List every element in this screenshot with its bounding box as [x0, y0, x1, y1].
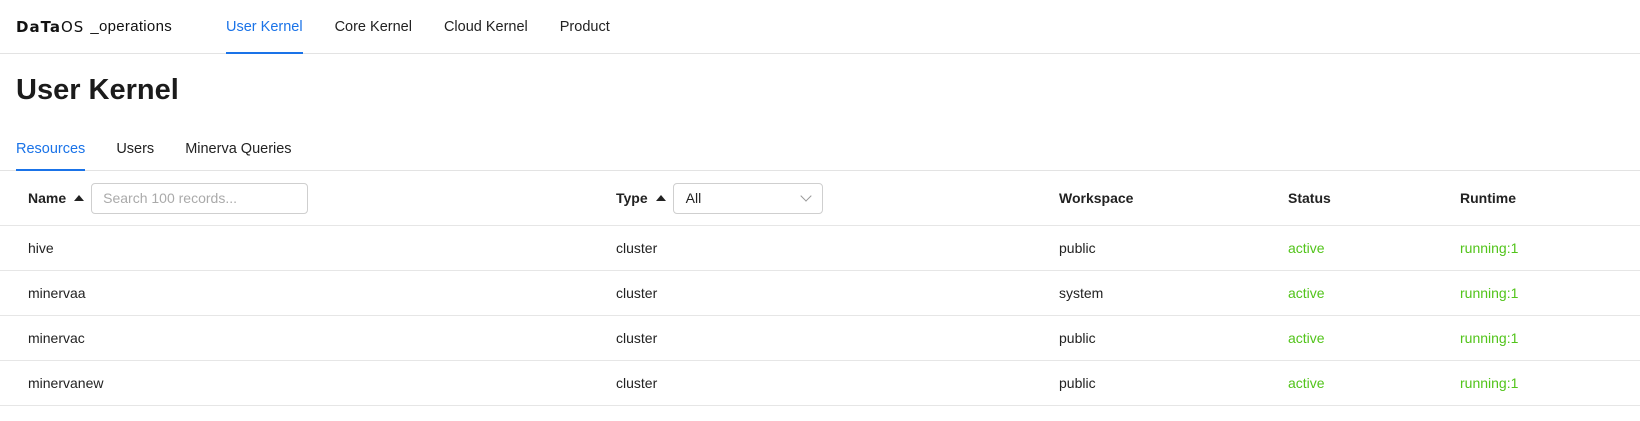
page-title: User Kernel	[16, 74, 179, 106]
top-navigation-bar: DaTa OS _operations User Kernel Core Ker…	[0, 0, 1640, 54]
type-column-header: Type All	[616, 171, 823, 225]
workspace-column-header[interactable]: Workspace	[1059, 171, 1133, 225]
name-column-header: Name	[28, 171, 309, 225]
table-header-row: Name Type All Workspace Status Runtime	[0, 171, 1640, 226]
sort-ascending-icon[interactable]	[655, 195, 666, 201]
nav-user-kernel[interactable]: User Kernel	[226, 0, 303, 54]
cell-name: hive	[28, 240, 54, 256]
tab-resources[interactable]: Resources	[16, 128, 86, 171]
logo-text-light: OS	[61, 17, 85, 36]
table-row[interactable]: minervaa cluster system active running:1	[0, 271, 1640, 316]
tab-users[interactable]: Users	[116, 128, 154, 170]
sort-ascending-icon[interactable]	[74, 195, 85, 201]
nav-product[interactable]: Product	[560, 0, 610, 53]
table-row[interactable]: minervac cluster public active running:1	[0, 316, 1640, 361]
runtime-column-header[interactable]: Runtime	[1460, 171, 1516, 225]
cell-runtime: running:1	[1460, 285, 1519, 301]
logo-text-bold: DaTa	[16, 17, 61, 36]
subtab-bar: Resources Users Minerva Queries	[0, 128, 1640, 171]
cell-type: cluster	[616, 285, 658, 301]
nav-cloud-kernel[interactable]: Cloud Kernel	[444, 0, 528, 53]
cell-status: active	[1288, 330, 1325, 346]
dataos-logo[interactable]: DaTa OS _operations	[16, 0, 226, 53]
cell-type: cluster	[616, 375, 658, 391]
cell-type: cluster	[616, 240, 658, 256]
status-column-header[interactable]: Status	[1288, 171, 1331, 225]
logo-suffix: _operations	[90, 18, 173, 35]
cell-workspace: public	[1059, 330, 1096, 346]
type-header-label[interactable]: Type	[616, 190, 648, 206]
name-header-label[interactable]: Name	[28, 190, 66, 206]
cell-status: active	[1288, 375, 1325, 391]
cell-status: active	[1288, 240, 1325, 256]
table-row[interactable]: hive cluster public active running:1	[0, 226, 1640, 271]
resources-table: Name Type All Workspace Status Runtime h…	[0, 171, 1640, 406]
main-nav: User Kernel Core Kernel Cloud Kernel Pro…	[226, 0, 642, 54]
cell-type: cluster	[616, 330, 658, 346]
cell-name: minervac	[28, 330, 85, 346]
cell-workspace: public	[1059, 240, 1096, 256]
cell-runtime: running:1	[1460, 375, 1519, 391]
cell-workspace: public	[1059, 375, 1096, 391]
cell-runtime: running:1	[1460, 240, 1519, 256]
type-filter-select[interactable]: All	[672, 182, 823, 214]
cell-runtime: running:1	[1460, 330, 1519, 346]
cell-name: minervanew	[28, 375, 104, 391]
nav-core-kernel[interactable]: Core Kernel	[335, 0, 412, 53]
type-filter-value: All	[685, 190, 702, 206]
name-search-input[interactable]	[91, 182, 309, 214]
chevron-down-icon	[799, 190, 812, 202]
cell-name: minervaa	[28, 285, 86, 301]
table-row[interactable]: minervanew cluster public active running…	[0, 361, 1640, 406]
cell-workspace: system	[1059, 285, 1104, 301]
tab-minerva-queries[interactable]: Minerva Queries	[185, 128, 291, 170]
cell-status: active	[1288, 285, 1325, 301]
